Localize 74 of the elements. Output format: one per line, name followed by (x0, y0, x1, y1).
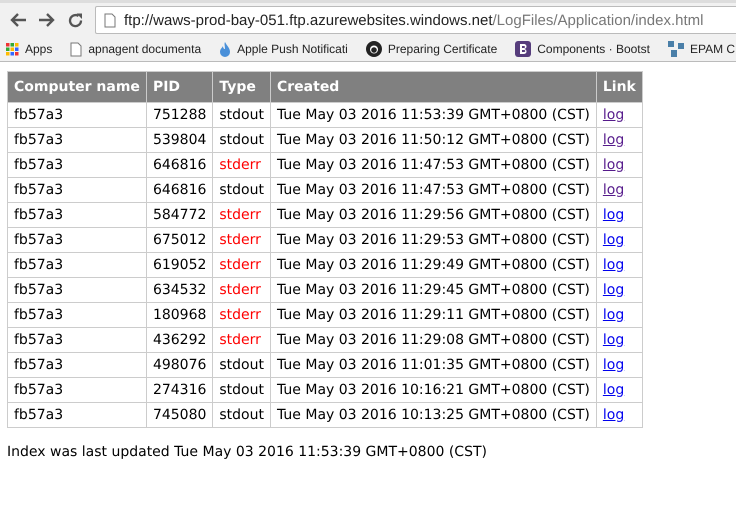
table-cell: Tue May 03 2016 11:50:12 GMT+0800 (CST) (270, 128, 596, 152)
table-cell: 539804 (146, 128, 213, 152)
table-cell: fb57a3 (8, 228, 146, 252)
table-cell: stderr (212, 328, 270, 352)
table-cell: Tue May 03 2016 11:29:11 GMT+0800 (CST) (270, 302, 596, 328)
table-cell: stdout (212, 378, 270, 402)
table-cell: stdout (212, 402, 270, 428)
bookmark[interactable]: Components · Bootst (515, 41, 650, 57)
table-cell: 584772 (146, 202, 213, 228)
table-cell: 180968 (146, 302, 213, 328)
table-cell: fb57a3 (8, 328, 146, 352)
table-cell: Tue May 03 2016 11:29:49 GMT+0800 (CST) (270, 252, 596, 278)
flame-icon (219, 41, 232, 57)
address-bar[interactable]: ftp://waws-prod-bay-051.ftp.azurewebsites.windows.net/LogFiles/Application/index.html (95, 6, 736, 34)
table-cell: fb57a3 (8, 402, 146, 428)
page-icon (70, 42, 82, 56)
pattern-icon (668, 41, 684, 57)
table-cell: fb57a3 (8, 102, 146, 128)
table-cell: Tue May 03 2016 10:16:21 GMT+0800 (CST) (270, 378, 596, 402)
table-cell: Tue May 03 2016 11:29:08 GMT+0800 (CST) (270, 328, 596, 352)
column-header: Created (270, 72, 596, 102)
table-cell: Tue May 03 2016 11:29:45 GMT+0800 (CST) (270, 278, 596, 302)
table-cell: stderr (212, 152, 270, 178)
cat-logo-icon (366, 41, 382, 57)
table-cell: fb57a3 (8, 252, 146, 278)
table-cell: stderr (212, 202, 270, 228)
bookmark[interactable]: apnagent documenta (70, 42, 202, 56)
bookmark[interactable]: Preparing Certificate (366, 41, 498, 57)
table-cell: Tue May 03 2016 11:29:53 GMT+0800 (CST) (270, 228, 596, 252)
table-cell: Tue May 03 2016 11:47:53 GMT+0800 (CST) (270, 178, 596, 202)
table-cell: 436292 (146, 328, 213, 352)
table-cell: Tue May 03 2016 10:13:25 GMT+0800 (CST) (270, 402, 596, 428)
table-cell: Tue May 03 2016 11:53:39 GMT+0800 (CST) (270, 102, 596, 128)
table-cell: fb57a3 (8, 278, 146, 302)
table-cell: fb57a3 (8, 352, 146, 378)
forward-icon[interactable] (38, 12, 56, 28)
table-cell: Tue May 03 2016 11:47:53 GMT+0800 (CST) (270, 152, 596, 178)
table-cell: 498076 (146, 352, 213, 378)
table-cell: 745080 (146, 402, 213, 428)
table-cell: stdout (212, 102, 270, 128)
table-cell: stderr (212, 252, 270, 278)
table-cell: 646816 (146, 178, 213, 202)
bookmark[interactable]: EPAM C (668, 41, 736, 57)
bookmark[interactable]: Apple Push Notificati (219, 41, 348, 57)
table-cell: fb57a3 (8, 152, 146, 178)
reload-icon[interactable] (67, 12, 84, 28)
back-icon[interactable] (9, 12, 27, 28)
table-cell: 751288 (146, 102, 213, 128)
table-cell: stderr (212, 302, 270, 328)
table-cell: fb57a3 (8, 178, 146, 202)
table-cell: 274316 (146, 378, 213, 402)
table-cell: stdout (212, 352, 270, 378)
apps-grid-icon (6, 42, 19, 56)
table-cell: stdout (212, 178, 270, 202)
table-cell: fb57a3 (8, 302, 146, 328)
table-cell: stderr (212, 278, 270, 302)
table-cell: 619052 (146, 252, 213, 278)
table-cell: fb57a3 (8, 378, 146, 402)
table-cell: fb57a3 (8, 128, 146, 152)
table-cell: Tue May 03 2016 11:01:35 GMT+0800 (CST) (270, 352, 596, 378)
column-header: Type (212, 72, 270, 102)
table-cell: stdout (212, 128, 270, 152)
column-header: PID (146, 72, 213, 102)
table-cell: 634532 (146, 278, 213, 302)
table-cell: 675012 (146, 228, 213, 252)
bookmark[interactable]: Apps (6, 42, 52, 56)
footer-text: Index was last updated Tue May 03 2016 11:53:39 GMT+0800 (CST) (7, 444, 488, 460)
table-cell: 646816 (146, 152, 213, 178)
table-cell: fb57a3 (8, 202, 146, 228)
column-header: Link (596, 72, 642, 102)
table-cell: Tue May 03 2016 11:29:56 GMT+0800 (CST) (270, 202, 596, 228)
letter-b-icon (515, 41, 532, 57)
table-cell: stderr (212, 228, 270, 252)
column-header: Computer name (8, 72, 146, 102)
